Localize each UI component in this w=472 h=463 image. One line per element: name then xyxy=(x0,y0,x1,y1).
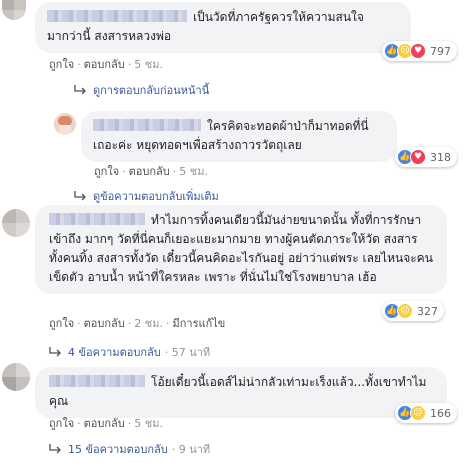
view-replies-link[interactable]: 15 ข้อความตอบกลับ · 9 นาที xyxy=(49,440,210,458)
separator: · xyxy=(127,317,132,330)
edited-label[interactable]: มีการแก้ไข xyxy=(172,317,225,330)
comment-bubble: โอ้ยเดี๋ยวนี้เอดส์ไม่น่ากลัวเท่ามะเร็งแล… xyxy=(35,367,447,418)
commenter-name[interactable] xyxy=(47,10,187,22)
reaction-count: 797 xyxy=(430,44,451,58)
replies-time: · 9 นาที xyxy=(171,443,211,456)
separator: · xyxy=(127,417,132,430)
reply-arrow-icon xyxy=(49,444,61,454)
love-reaction-icon: ♥ xyxy=(410,149,426,165)
reply-arrow-icon xyxy=(74,191,86,201)
reply-arrow-icon xyxy=(74,85,86,95)
like-button[interactable]: ถูกใจ xyxy=(49,317,74,330)
separator: · xyxy=(165,317,170,330)
avatar[interactable] xyxy=(54,113,76,135)
reply-button[interactable]: ตอบกลับ xyxy=(84,317,125,330)
view-previous-replies-link[interactable]: ดูการตอบกลับก่อนหน้านี้ xyxy=(74,81,209,99)
separator: · xyxy=(127,58,132,71)
timestamp[interactable]: 5 ชม. xyxy=(179,165,208,178)
reply-button[interactable]: ตอบกลับ xyxy=(84,58,125,71)
replies-time: · 57 นาที xyxy=(164,346,211,359)
separator: · xyxy=(77,58,81,71)
comment-bubble: ใครคิดจะทอดผ้าป่าก็มาทอดที่นี่เถอะค่ะ หย… xyxy=(81,111,397,162)
timestamp[interactable]: 5 ชม. xyxy=(134,417,163,430)
separator: · xyxy=(122,165,126,178)
commenter-name[interactable] xyxy=(93,119,201,131)
like-button[interactable]: ถูกใจ xyxy=(49,58,74,71)
comment-actions: ถูกใจ · ตอบกลับ · 5 ชม. xyxy=(49,55,163,73)
separator: · xyxy=(77,417,81,430)
like-button[interactable]: ถูกใจ xyxy=(49,417,74,430)
separator: · xyxy=(172,165,177,178)
reply-button[interactable]: ตอบกลับ xyxy=(84,417,125,430)
comment-bubble: เป็นวัดที่ภาครัฐควรให้ความสนใจมากว่านี้ … xyxy=(35,2,411,53)
replies-label: 4 ข้อความตอบกลับ xyxy=(68,346,161,359)
timestamp[interactable]: 2 ชม. xyxy=(134,317,163,330)
reaction-count: 166 xyxy=(430,406,451,420)
view-replies-link[interactable]: 4 ข้อความตอบกลับ · 57 นาที xyxy=(49,343,210,361)
reply-button[interactable]: ตอบกลับ xyxy=(129,165,170,178)
avatar[interactable] xyxy=(2,363,30,391)
commenter-name[interactable] xyxy=(49,213,145,225)
comment-actions: ถูกใจ · ตอบกลับ · 5 ชม. xyxy=(94,162,208,180)
comment-actions: ถูกใจ · ตอบกลับ · 2 ชม. · มีการแก้ไข xyxy=(49,314,225,332)
reaction-summary[interactable]: 👍 ☹ 166 xyxy=(395,403,457,423)
love-reaction-icon: ♥ xyxy=(410,43,426,59)
timestamp[interactable]: 5 ชม. xyxy=(134,58,163,71)
avatar[interactable] xyxy=(2,209,30,237)
replies-label: ดูการตอบกลับก่อนหน้านี้ xyxy=(93,84,210,97)
like-button[interactable]: ถูกใจ xyxy=(94,165,119,178)
sad-reaction-icon: ☹ xyxy=(410,405,426,421)
comment-bubble: ทำไมการทิ้งคนเดียวนี้มันง่ายขนาดนั้น ทั้… xyxy=(35,205,447,294)
reaction-summary[interactable]: 👍 ☹ 327 xyxy=(382,301,444,321)
comment-actions: ถูกใจ · ตอบกลับ · 5 ชม. xyxy=(49,414,163,432)
separator: · xyxy=(77,317,81,330)
reaction-count: 318 xyxy=(430,150,451,164)
commenter-name[interactable] xyxy=(49,375,145,387)
reaction-summary[interactable]: 👍 ♥ 318 xyxy=(395,147,457,167)
avatar[interactable] xyxy=(2,0,26,20)
view-more-replies-link[interactable]: ดูข้อความตอบกลับเพิ่มเติม xyxy=(74,187,219,205)
reaction-summary[interactable]: 👍 ☹ ♥ 797 xyxy=(382,41,457,61)
reply-arrow-icon xyxy=(49,347,61,357)
reaction-count: 327 xyxy=(417,304,438,318)
sad-reaction-icon: ☹ xyxy=(397,303,413,319)
replies-label: ดูข้อความตอบกลับเพิ่มเติม xyxy=(93,190,219,203)
replies-label: 15 ข้อความตอบกลับ xyxy=(68,443,168,456)
